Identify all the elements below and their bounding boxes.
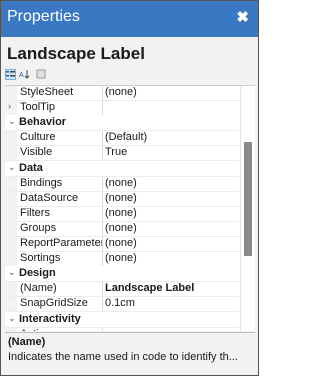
property-name: Bindings — [20, 176, 63, 189]
property-row[interactable]: SnapGridSize 0.1cm — [5, 296, 239, 313]
property-value[interactable]: Landscape Label — [105, 282, 237, 294]
property-value[interactable]: (none) — [105, 177, 237, 189]
property-row[interactable]: Sortings (none) — [5, 251, 239, 268]
property-name: SnapGridSize — [20, 297, 88, 310]
property-row[interactable]: (Name) Landscape Label — [5, 281, 239, 298]
property-name: Culture — [20, 131, 56, 144]
property-row[interactable]: Visible True — [5, 145, 239, 162]
category-row[interactable]: ⌄ Design — [5, 266, 239, 283]
collapse-chevron-icon[interactable]: ⌄ — [8, 313, 16, 324]
property-pages-icon[interactable] — [35, 69, 46, 80]
collapse-chevron-icon[interactable]: ⌄ — [8, 162, 16, 173]
description-pane: (Name) Indicates the name used in code t… — [5, 332, 255, 374]
collapse-chevron-icon[interactable]: ⌄ — [8, 267, 16, 278]
property-toolbar: A — [5, 69, 65, 83]
property-row[interactable]: › ToolTip — [5, 100, 239, 117]
category-label: Design — [19, 267, 56, 280]
property-name: (Name) — [20, 282, 57, 295]
vertical-scrollbar[interactable] — [240, 86, 255, 331]
property-value[interactable]: 0.1cm — [105, 297, 237, 309]
category-label: Data — [19, 161, 43, 174]
property-value[interactable]: (none) — [105, 237, 237, 249]
category-label: Interactivity — [19, 312, 81, 325]
expand-chevron-icon[interactable]: › — [8, 101, 11, 111]
property-name: Filters — [20, 206, 50, 219]
selected-object-name: Landscape Label — [7, 44, 145, 63]
property-value[interactable]: (none) — [105, 192, 237, 204]
description-text: Indicates the name used in code to ident… — [8, 351, 238, 363]
property-row[interactable]: Groups (none) — [5, 221, 239, 237]
alphabetical-icon[interactable]: A — [19, 69, 30, 80]
property-value[interactable]: (none) — [105, 222, 237, 234]
property-value[interactable]: True — [105, 146, 237, 158]
property-value[interactable]: (none) — [105, 252, 237, 264]
property-name: DataSource — [20, 191, 79, 204]
scrollbar-thumb[interactable] — [244, 142, 252, 256]
categorized-icon[interactable] — [5, 69, 16, 80]
property-name: ToolTip — [20, 101, 56, 114]
category-row[interactable]: ⌄ Behavior — [5, 115, 239, 132]
category-row[interactable]: ⌄ Data — [5, 160, 239, 177]
category-label: Behavior — [19, 116, 67, 129]
properties-panel: Properties ✖ Landscape Label A StyleShee… — [0, 0, 259, 376]
property-row[interactable]: DataSource (none) — [5, 191, 239, 207]
collapse-chevron-icon[interactable]: ⌄ — [8, 116, 16, 127]
property-grid: StyleSheet (none) › ToolTip ⌄ Behavior Culture… — [5, 85, 255, 331]
category-row[interactable]: ⌄ Interactivity — [5, 311, 239, 328]
property-row[interactable]: Bindings (none) — [5, 176, 239, 192]
property-name: Sortings — [20, 252, 61, 265]
panel-title: Properties — [7, 8, 80, 25]
property-name: Action — [20, 328, 102, 331]
property-row[interactable]: StyleSheet (none) — [5, 86, 239, 101]
property-row[interactable]: Filters (none) — [5, 206, 239, 222]
property-row[interactable]: ReportParameters (none) — [5, 236, 239, 252]
svg-text:A: A — [19, 72, 24, 79]
property-name: Visible — [20, 146, 53, 159]
property-name: StyleSheet — [20, 86, 74, 98]
property-value[interactable]: (none) — [105, 207, 237, 219]
property-value[interactable]: (Default) — [105, 131, 237, 143]
title-bar: Properties ✖ — [1, 1, 258, 37]
property-name: ReportParameters — [20, 237, 102, 249]
close-icon[interactable]: ✖ — [236, 8, 249, 26]
description-title: (Name) — [8, 336, 46, 348]
property-value[interactable]: (none) — [105, 86, 237, 98]
property-row[interactable]: Culture (Default) — [5, 130, 239, 147]
property-row[interactable]: Action — [5, 327, 239, 331]
property-name: Groups — [20, 221, 57, 234]
